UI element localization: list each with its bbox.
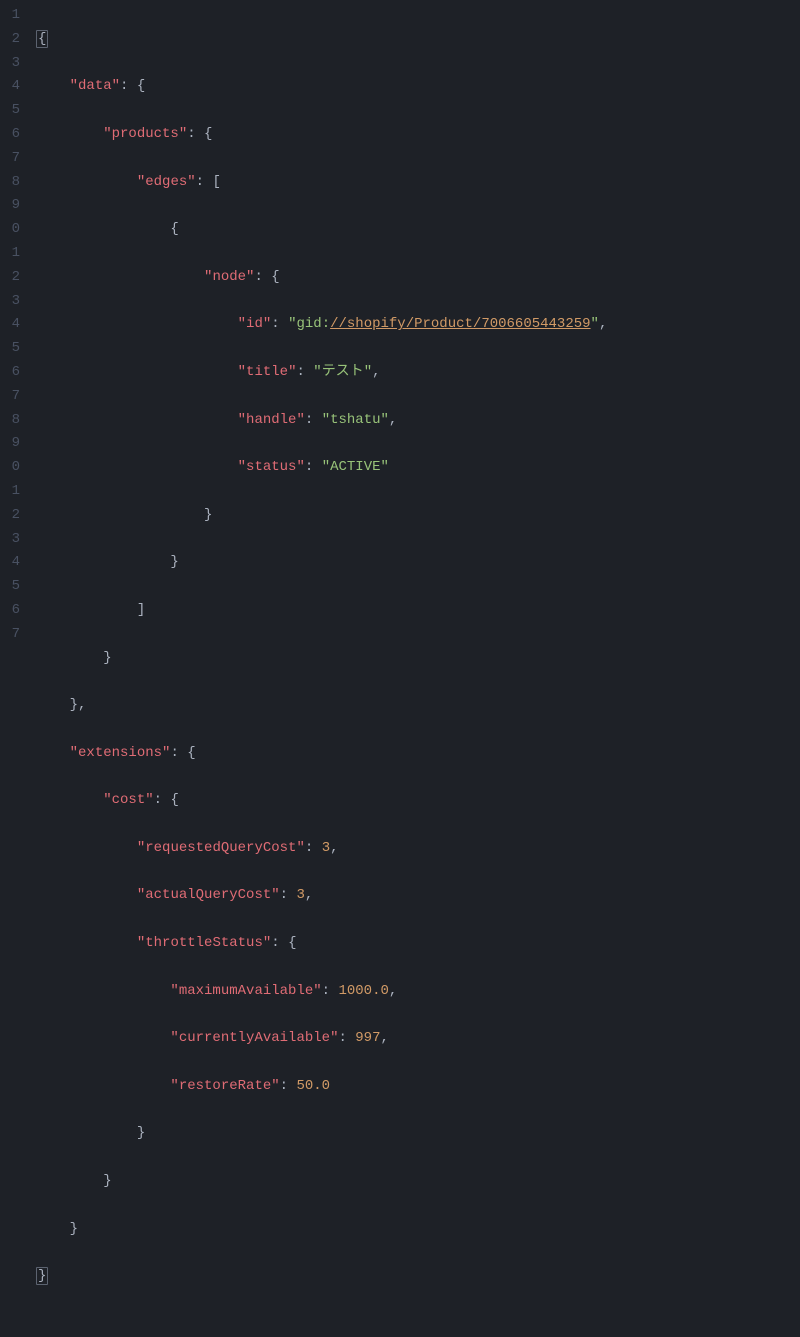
- code-line[interactable]: "requestedQueryCost": 3,: [36, 837, 800, 861]
- code-line[interactable]: "cost": {: [36, 789, 800, 813]
- product-id-link[interactable]: //shopify/Product/7006605443259: [330, 316, 590, 332]
- line-number: 6: [0, 123, 20, 147]
- code-line[interactable]: "handle": "tshatu",: [36, 409, 800, 433]
- line-number: 1: [0, 480, 20, 504]
- code-line[interactable]: "products": {: [36, 123, 800, 147]
- code-line[interactable]: "throttleStatus": {: [36, 932, 800, 956]
- line-number: 5: [0, 337, 20, 361]
- line-number: 3: [0, 528, 20, 552]
- code-editor[interactable]: 1 2 3 4 5 6 7 8 9 0 1 2 3 4 5 6 7 8 9 0 …: [0, 0, 800, 683]
- code-line[interactable]: "actualQueryCost": 3,: [36, 884, 800, 908]
- line-number: 5: [0, 99, 20, 123]
- code-area[interactable]: { "data": { "products": { "edges": [ { "…: [30, 0, 800, 683]
- line-number: 4: [0, 551, 20, 575]
- line-number: 9: [0, 194, 20, 218]
- code-line[interactable]: "restoreRate": 50.0: [36, 1075, 800, 1099]
- line-number: 0: [0, 218, 20, 242]
- code-line[interactable]: "id": "gid://shopify/Product/70066054432…: [36, 313, 800, 337]
- code-line[interactable]: }: [36, 647, 800, 671]
- line-number: 2: [0, 504, 20, 528]
- code-line[interactable]: {: [36, 28, 800, 52]
- line-number: 2: [0, 266, 20, 290]
- line-number: 1: [0, 242, 20, 266]
- code-line[interactable]: }: [36, 504, 800, 528]
- code-line[interactable]: }: [36, 1218, 800, 1242]
- line-number: 6: [0, 361, 20, 385]
- code-line[interactable]: "maximumAvailable": 1000.0,: [36, 980, 800, 1004]
- line-number: 7: [0, 147, 20, 171]
- code-line[interactable]: {: [36, 218, 800, 242]
- code-line[interactable]: "extensions": {: [36, 742, 800, 766]
- line-number: 8: [0, 171, 20, 195]
- line-number: 7: [0, 385, 20, 409]
- code-line[interactable]: "data": {: [36, 75, 800, 99]
- code-line[interactable]: "title": "テスト",: [36, 361, 800, 385]
- line-number: 4: [0, 75, 20, 99]
- code-line[interactable]: "edges": [: [36, 171, 800, 195]
- line-number: 0: [0, 456, 20, 480]
- code-line[interactable]: },: [36, 694, 800, 718]
- code-line[interactable]: "node": {: [36, 266, 800, 290]
- code-line[interactable]: "currentlyAvailable": 997,: [36, 1027, 800, 1051]
- line-number: 5: [0, 575, 20, 599]
- code-line[interactable]: }: [36, 1122, 800, 1146]
- code-line[interactable]: }: [36, 1265, 800, 1289]
- line-number: 6: [0, 599, 20, 623]
- line-number: 7: [0, 623, 20, 647]
- code-line[interactable]: "status": "ACTIVE": [36, 456, 800, 480]
- line-number: 8: [0, 409, 20, 433]
- line-number: 9: [0, 432, 20, 456]
- line-number: 1: [0, 4, 20, 28]
- code-line[interactable]: }: [36, 551, 800, 575]
- code-line[interactable]: ]: [36, 599, 800, 623]
- line-number-gutter: 1 2 3 4 5 6 7 8 9 0 1 2 3 4 5 6 7 8 9 0 …: [0, 0, 30, 683]
- code-line[interactable]: }: [36, 1170, 800, 1194]
- line-number: 2: [0, 28, 20, 52]
- line-number: 4: [0, 313, 20, 337]
- line-number: 3: [0, 52, 20, 76]
- line-number: 3: [0, 290, 20, 314]
